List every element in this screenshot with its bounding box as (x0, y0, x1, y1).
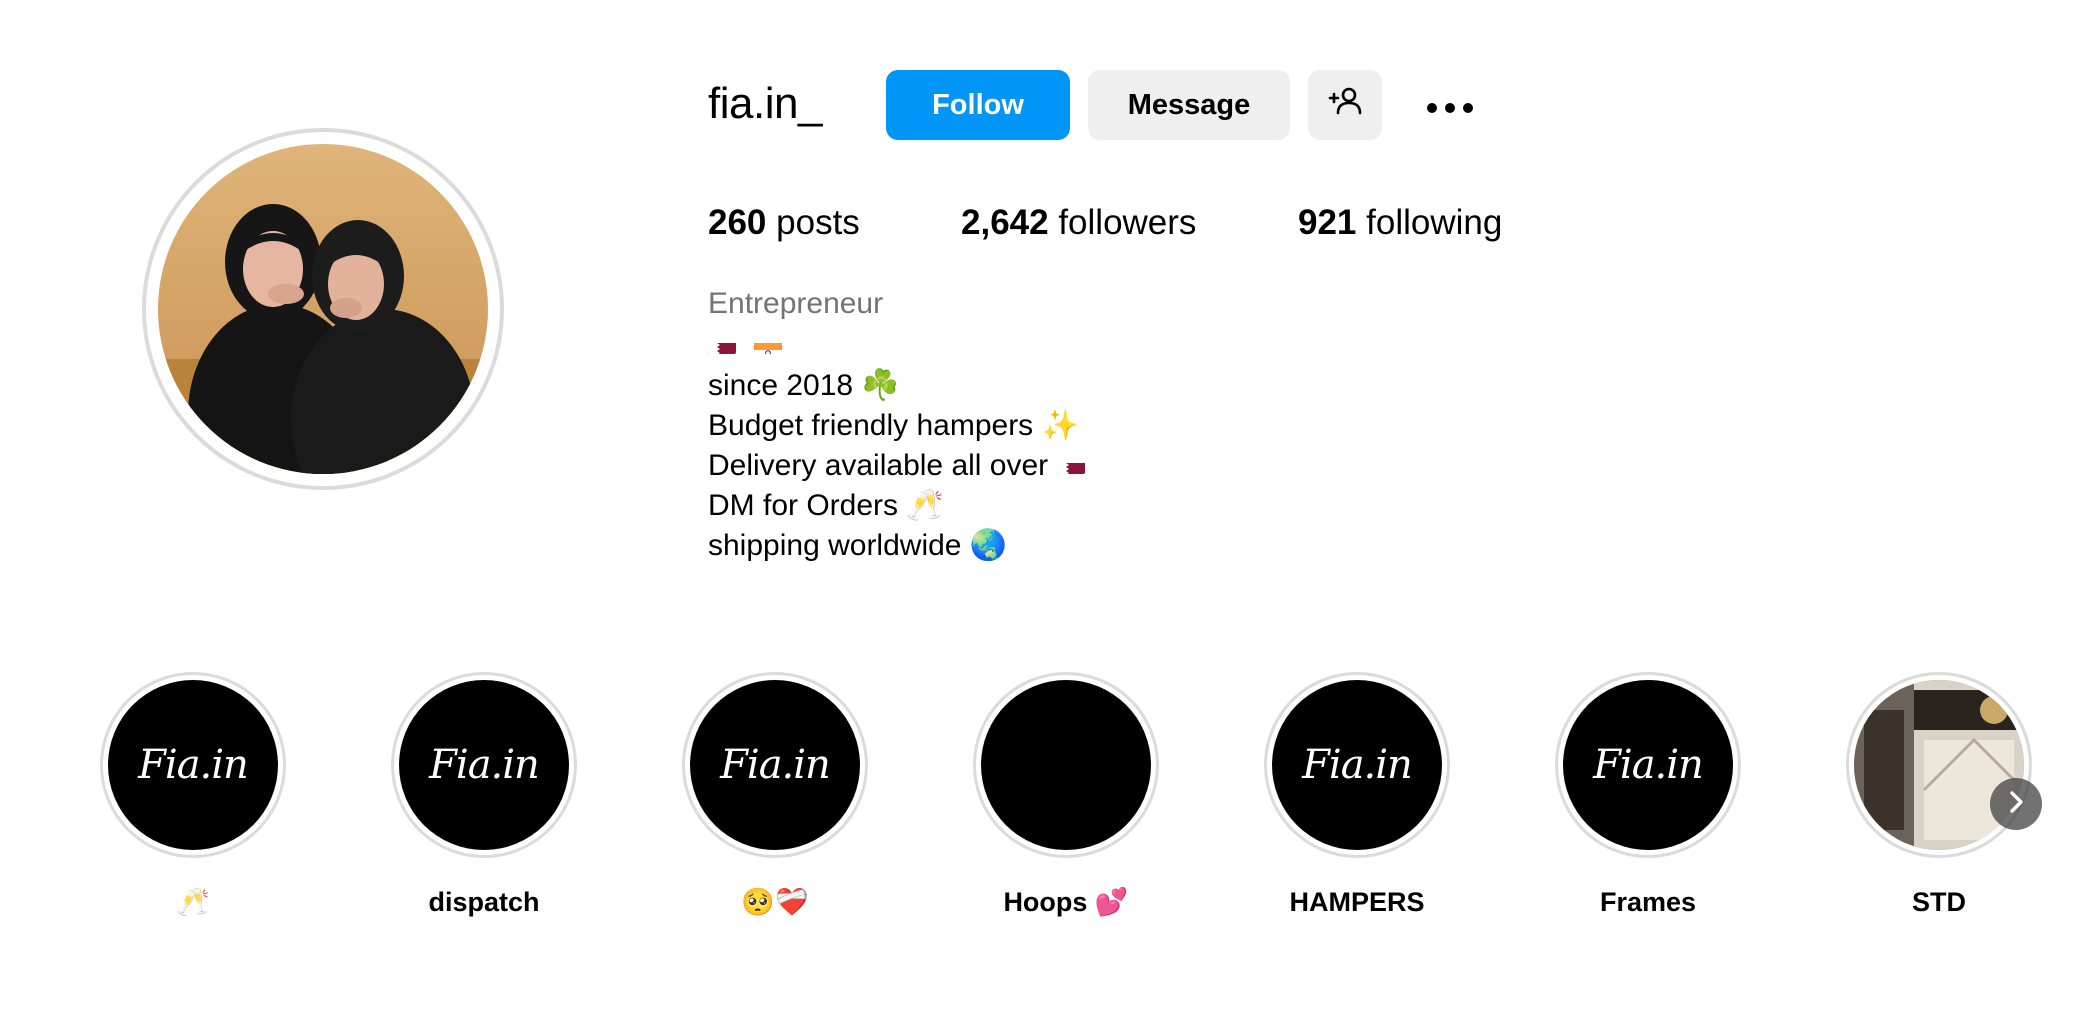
highlight-logo: Fia.in (1593, 742, 1704, 788)
followers-label: followers (1058, 203, 1197, 242)
bio-line: shipping worldwide 🌏 (708, 529, 1008, 562)
highlight-item[interactable]: Fia.in Frames (1555, 672, 1745, 932)
highlight-label: dispatch (428, 887, 540, 917)
profile-avatar[interactable] (142, 128, 504, 490)
highlight-item[interactable]: Fia.in dispatch (391, 672, 581, 932)
followers-stat[interactable]: 2,642 followers (961, 198, 1196, 248)
highlight-label: 🥂 (176, 887, 210, 917)
highlight-logo: Fia.in (429, 742, 540, 788)
highlight-item[interactable]: Fia.in HAMPERS (1264, 672, 1454, 932)
following-stat[interactable]: 921 following (1298, 198, 1502, 248)
qatar-flag-icon (708, 334, 736, 355)
qatar-flag-icon (1056, 454, 1085, 475)
posts-stat[interactable]: 260 posts (708, 198, 860, 248)
highlight-logo: Fia.in (138, 742, 249, 788)
highlight-item[interactable]: Fia.in 🥺❤️‍🩹 (682, 672, 872, 932)
highlights-next-button[interactable] (1990, 778, 2042, 830)
posts-label: posts (776, 203, 860, 242)
more-options-button[interactable] (1408, 70, 1492, 140)
highlight-label: 🥺❤️‍🩹 (741, 887, 809, 917)
followers-count: 2,642 (961, 203, 1049, 242)
bio-line: since 2018 ☘️ (708, 369, 899, 402)
highlight-cover[interactable]: Fia.in (1555, 672, 1741, 858)
highlight-cover[interactable]: Fia.in (100, 672, 286, 858)
suggest-user-button[interactable] (1308, 70, 1382, 140)
follow-button[interactable]: Follow (886, 70, 1070, 140)
following-count: 921 (1298, 203, 1357, 242)
posts-count: 260 (708, 203, 767, 242)
highlight-photo (1854, 680, 2024, 850)
highlight-cover[interactable]: Fia.in (682, 672, 868, 858)
highlight-label: Hoops 💕 (1003, 887, 1129, 917)
bio-line: Budget friendly hampers ✨ (708, 409, 1079, 442)
highlight-label: Frames (1599, 887, 1697, 917)
chevron-right-icon (2006, 790, 2026, 819)
india-flag-icon (754, 334, 783, 355)
flags-line (708, 326, 1095, 366)
highlight-label: HAMPERS (1289, 887, 1425, 917)
highlight-cover[interactable] (1846, 672, 2032, 858)
bio-line: DM for Orders 🥂 (708, 489, 944, 522)
highlight-item[interactable]: Fia.in 🥂 (100, 672, 290, 932)
highlight-logo: Fia.in (720, 742, 831, 788)
highlight-cover[interactable]: Fia.in (391, 672, 577, 858)
highlight-item[interactable]: Hoops 💕 (973, 672, 1163, 932)
message-button[interactable]: Message (1088, 70, 1290, 140)
category-label: Entrepreneur (708, 287, 884, 320)
highlight-logo: Fia.in (1302, 742, 1413, 788)
bio-line-delivery: Delivery available all over (708, 446, 1095, 486)
highlight-cover[interactable]: Fia.in (1264, 672, 1450, 858)
highlight-label: STD (1912, 887, 1966, 917)
add-user-icon (1328, 86, 1362, 124)
following-label: following (1366, 203, 1503, 242)
more-options-icon (1426, 89, 1474, 122)
highlight-cover[interactable] (973, 672, 1159, 858)
avatar-photo (158, 144, 488, 474)
username: fia.in_ (708, 79, 822, 128)
bio: Entrepreneur since 2018 ☘️ Budget friend… (708, 284, 1095, 566)
